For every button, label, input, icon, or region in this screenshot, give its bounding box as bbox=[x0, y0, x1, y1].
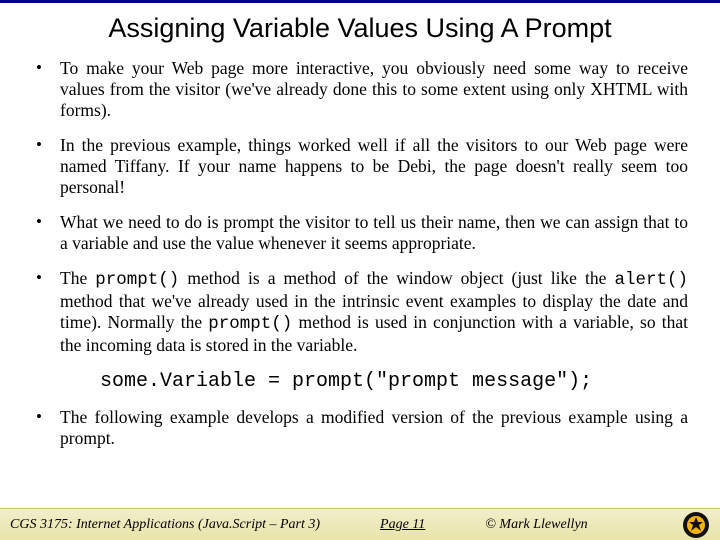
bullet-item: • What we need to do is prompt the visit… bbox=[36, 212, 688, 254]
footer-page: Page 11 bbox=[350, 517, 455, 533]
footer-author: © Mark Llewellyn bbox=[455, 517, 587, 533]
bullet-dot: • bbox=[36, 135, 60, 198]
bullet-item: • In the previous example, things worked… bbox=[36, 135, 688, 198]
footer-course: CGS 3175: Internet Applications (Java.Sc… bbox=[10, 517, 350, 533]
bullet-text: To make your Web page more interactive, … bbox=[60, 58, 688, 121]
text-fragment: method is a method of the window object … bbox=[179, 268, 614, 288]
text-fragment: The bbox=[60, 268, 95, 288]
bullet-text: What we need to do is prompt the visitor… bbox=[60, 212, 688, 254]
slide-title: Assigning Variable Values Using A Prompt bbox=[30, 13, 690, 44]
bullet-dot: • bbox=[36, 407, 60, 449]
bullet-item: • The following example develops a modif… bbox=[36, 407, 688, 449]
footer-bar: CGS 3175: Internet Applications (Java.Sc… bbox=[0, 508, 720, 540]
bullet-text: The prompt() method is a method of the w… bbox=[60, 268, 688, 356]
slide: Assigning Variable Values Using A Prompt… bbox=[0, 0, 720, 540]
ucf-logo-icon bbox=[682, 511, 710, 539]
bullet-dot: • bbox=[36, 58, 60, 121]
bullet-text: In the previous example, things worked w… bbox=[60, 135, 688, 198]
bullet-text: The following example develops a modifie… bbox=[60, 407, 688, 449]
bullet-dot: • bbox=[36, 212, 60, 254]
slide-body: • To make your Web page more interactive… bbox=[0, 58, 720, 449]
code-line: some.Variable = prompt("prompt message")… bbox=[100, 370, 688, 393]
bullet-item: • To make your Web page more interactive… bbox=[36, 58, 688, 121]
code-inline: alert() bbox=[614, 270, 688, 290]
code-inline: prompt() bbox=[95, 270, 179, 290]
bullet-item: • The prompt() method is a method of the… bbox=[36, 268, 688, 356]
bullet-dot: • bbox=[36, 268, 60, 356]
code-inline: prompt() bbox=[208, 314, 292, 334]
